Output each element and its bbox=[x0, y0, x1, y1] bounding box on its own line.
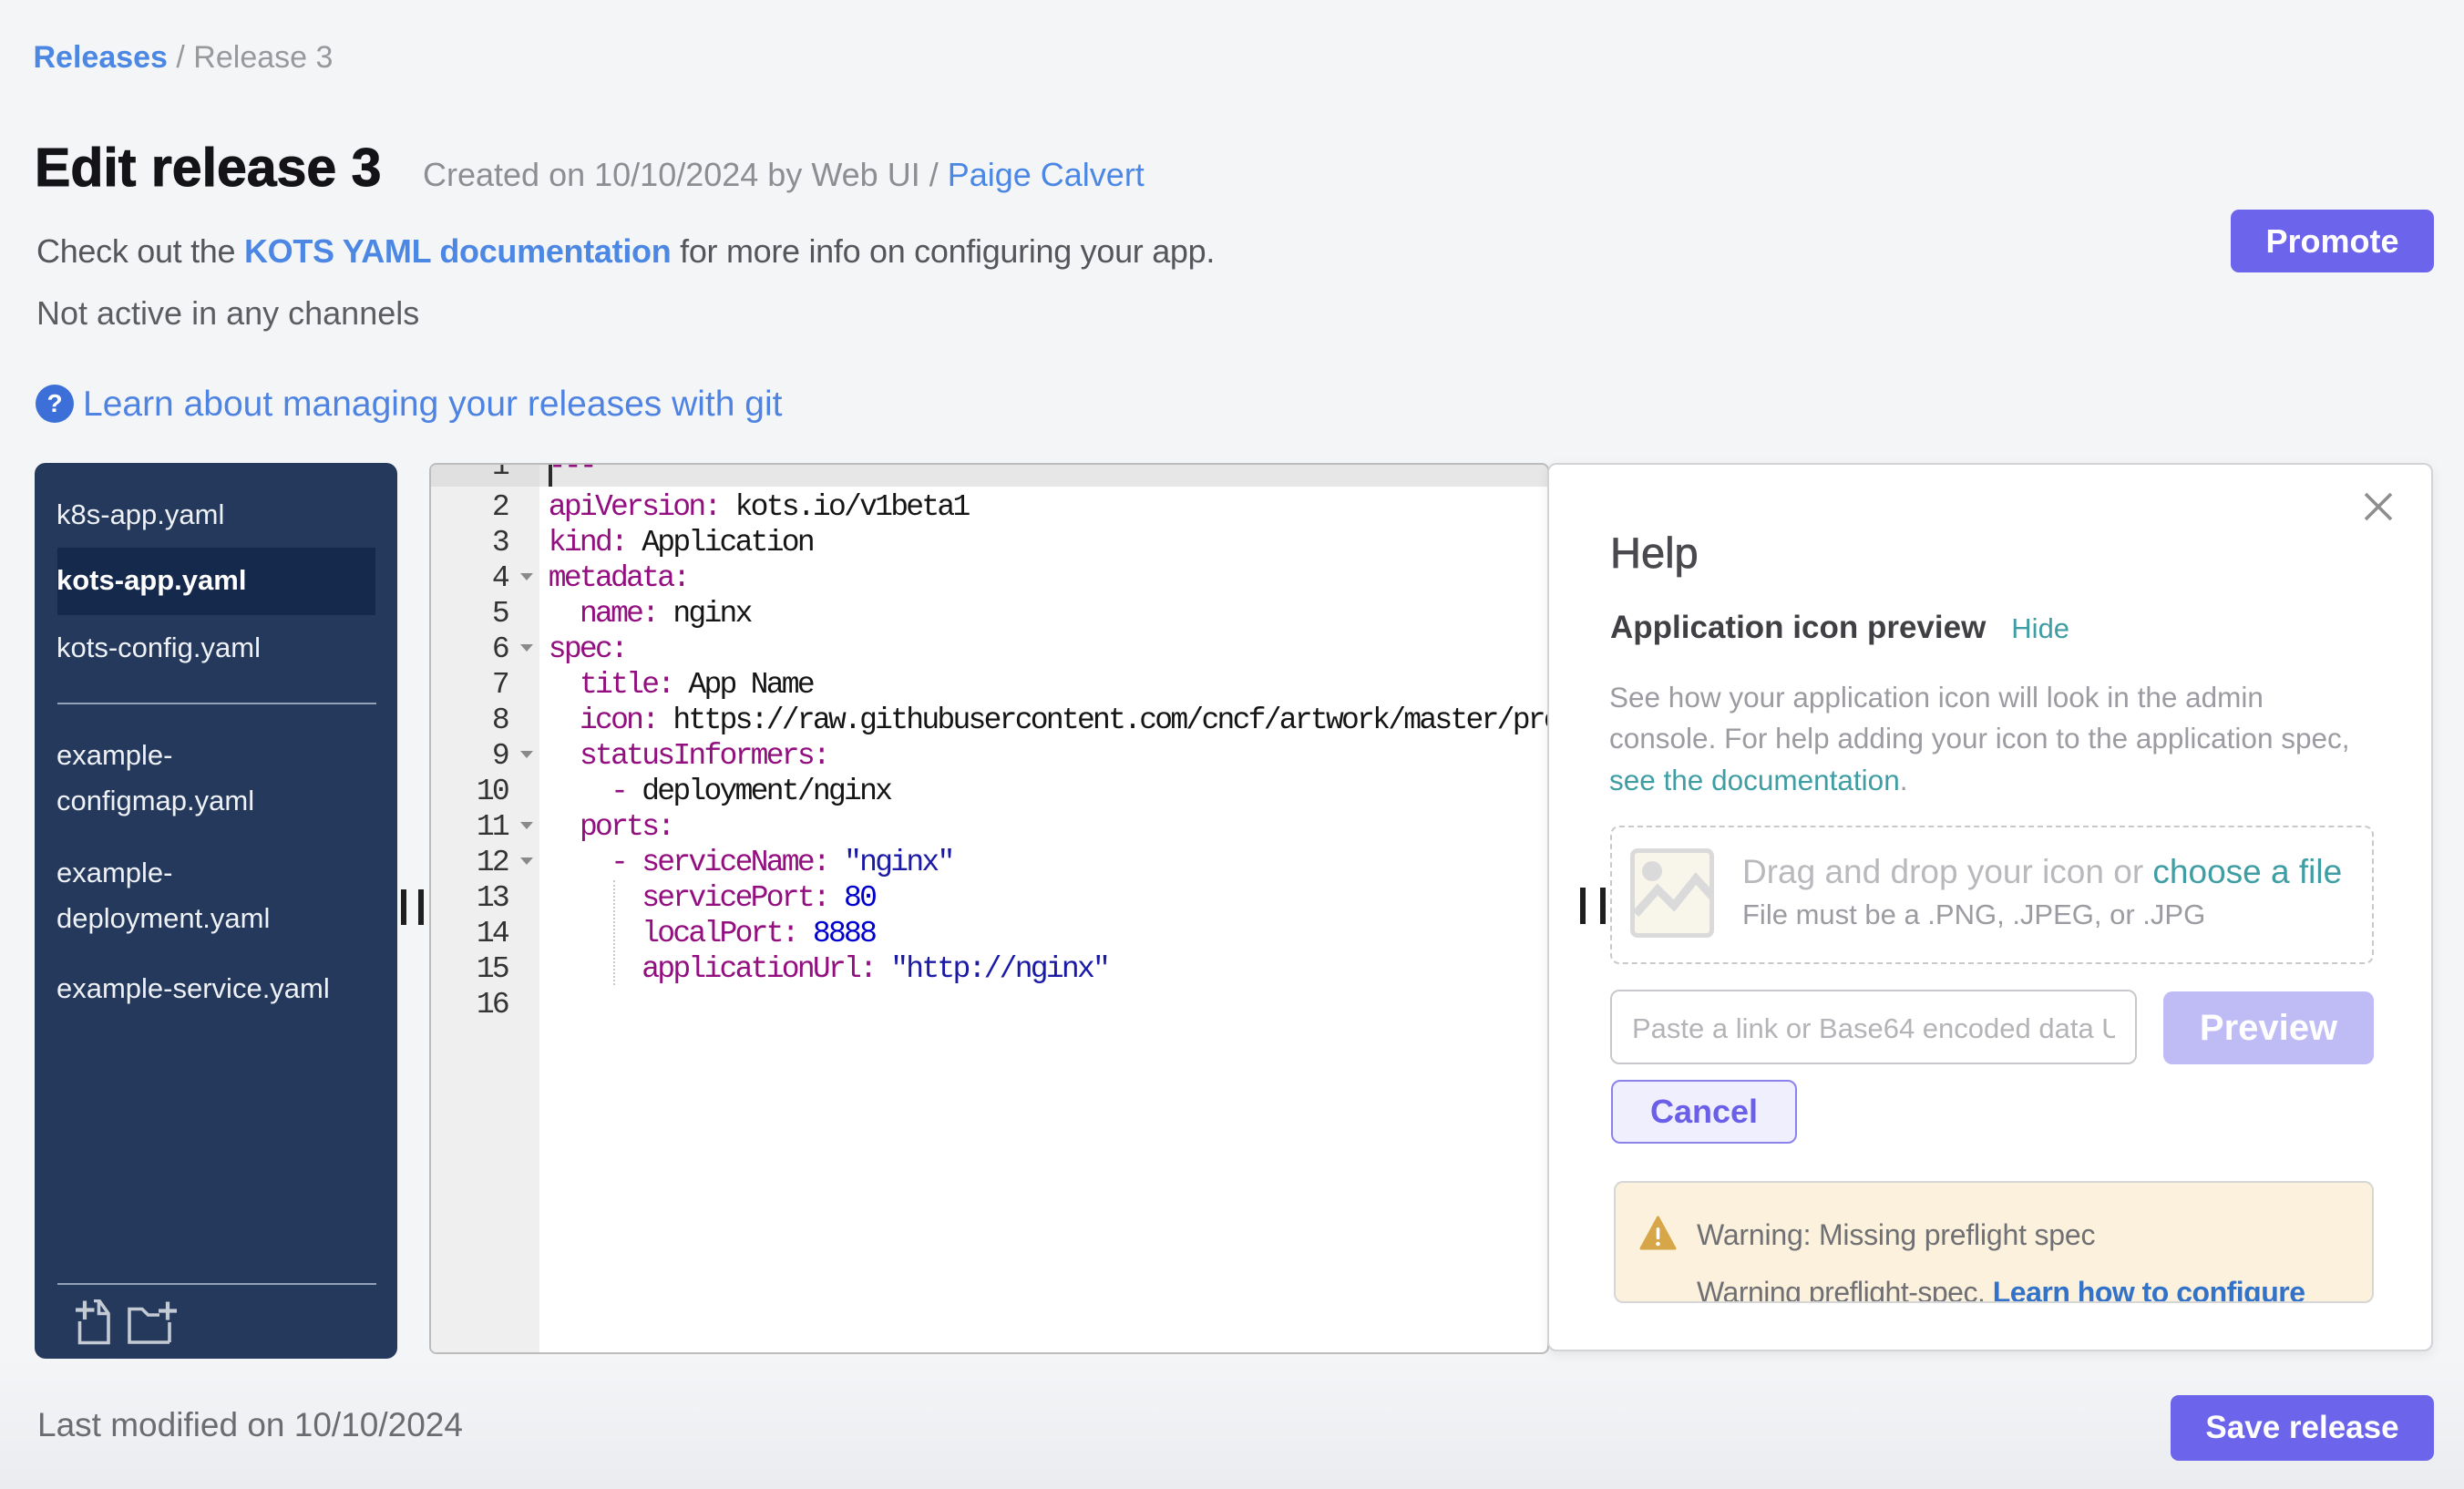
svg-text:?: ? bbox=[46, 389, 62, 417]
